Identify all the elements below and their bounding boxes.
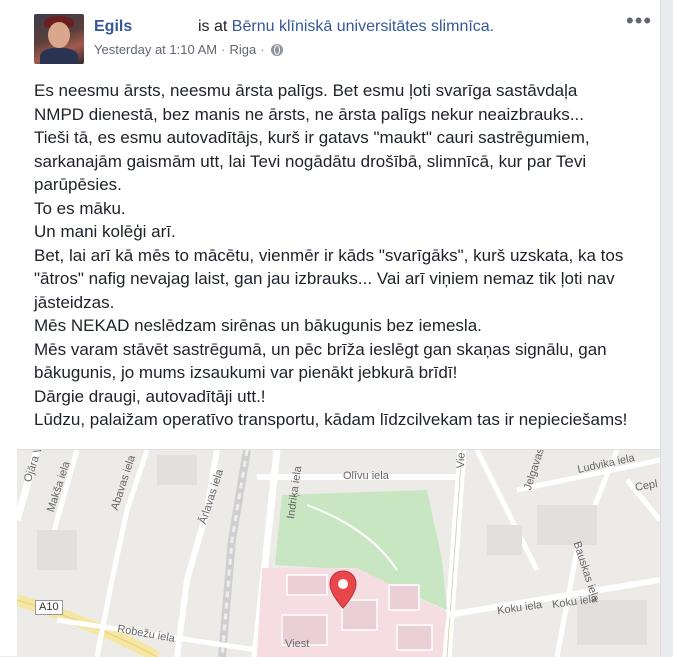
feed-post: Egils is at Bērnu klīniskā universitātes… — [0, 0, 661, 657]
author-name-link[interactable]: Egils — [94, 18, 132, 36]
post-line: sarkanajām gaismām utt, lai Tevi nogādāt… — [34, 151, 587, 171]
street-label: Vie — [455, 452, 468, 469]
checkin-place-link[interactable]: Bērnu klīniskā universitātes slimnīca. — [232, 18, 494, 35]
map-canvas — [17, 450, 660, 657]
road-badge: A10 — [35, 600, 63, 615]
post-line: bākugunis, jo mums izsaukumi var pienākt… — [34, 363, 458, 382]
post-line: Mēs varam stāvēt sastrēgumā, un pēc brīž… — [34, 339, 607, 359]
post-line: jāsteidzas. — [34, 292, 115, 312]
map-pin-icon — [329, 570, 357, 609]
street-label: Olīvu iela — [343, 470, 389, 482]
post-line: Es neesmu ārsts, neesmu ārsta palīgs. Be… — [34, 81, 578, 100]
post-line: Dārgie draugi, autovadītāji utt.! — [34, 386, 266, 406]
meta-separator: · — [221, 42, 226, 57]
street-label: Viest — [285, 638, 310, 650]
post-line: NMPD dienestā, bez manis ne ārsts, ne ār… — [34, 104, 584, 124]
more-horizontal-icon[interactable]: ••• — [626, 10, 651, 38]
post-line: Mēs NEKAD neslēdzam sirēnas un bākugunis… — [34, 316, 482, 335]
author-avatar[interactable] — [34, 14, 84, 64]
post-line: Bet, lai arī kā mēs to mācētu, vienmēr i… — [34, 245, 624, 265]
post-line: parūpēsies. — [34, 175, 122, 194]
post-body: Es neesmu ārsts, neesmu ārsta palīgs. Be… — [34, 79, 654, 432]
globe-icon[interactable] — [270, 43, 283, 56]
post-line: Tieši tā, es esmu autovadītājs, kurš ir … — [34, 128, 590, 147]
post-location-link[interactable]: Riga — [229, 42, 256, 57]
post-meta: Yesterday at 1:10 AM · Riga · — [94, 42, 283, 57]
post-line: Un mani kolēģi arī. — [34, 222, 176, 241]
post-line: "ātros" nafig nevajag laist, gan jau izb… — [34, 269, 615, 288]
location-map[interactable]: Ojāra Vācieša iela Makša iela Abavas iel… — [17, 449, 660, 657]
checkin-text: is at Bērnu klīniskā universitātes slimn… — [198, 18, 494, 36]
post-timestamp-link[interactable]: Yesterday at 1:10 AM — [94, 42, 217, 57]
post-line: To es māku. — [34, 198, 126, 218]
checkin-prefix: is at — [198, 18, 228, 35]
post-line: Lūdzu, palaižam operatīvo transportu, kā… — [34, 410, 628, 429]
meta-separator-2: · — [260, 42, 265, 57]
